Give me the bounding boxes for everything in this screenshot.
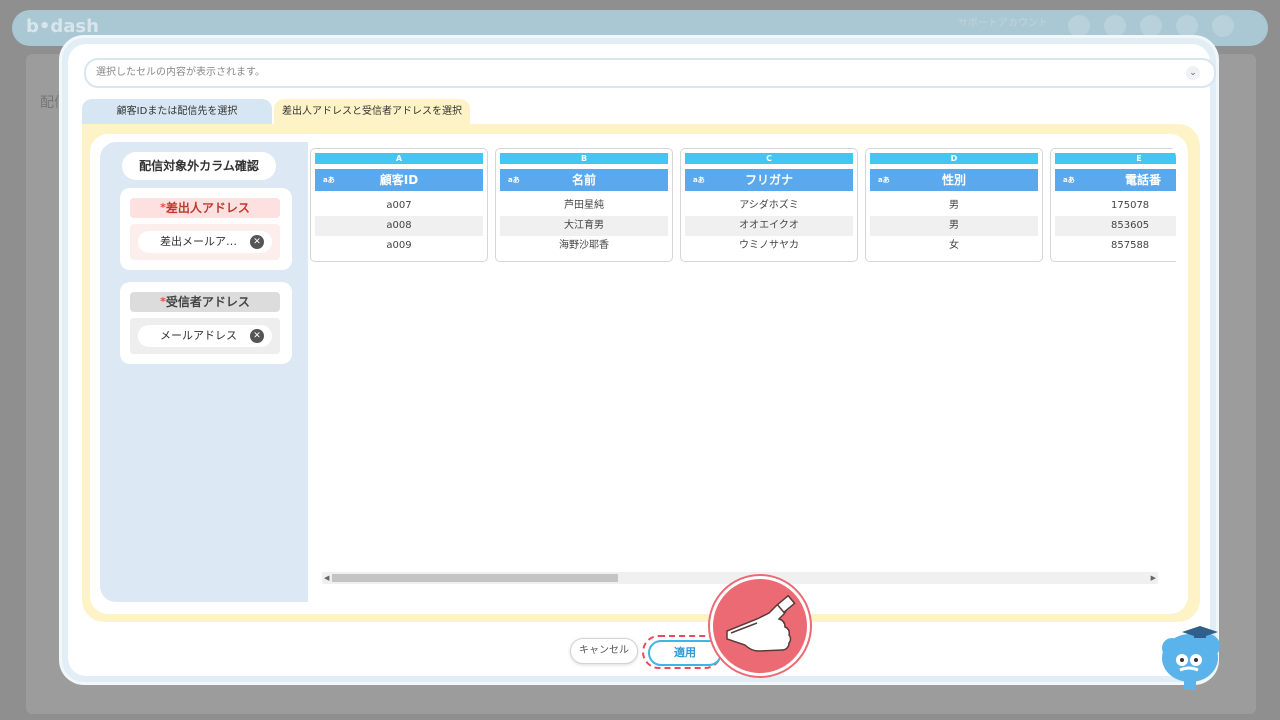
tab-sender-receiver[interactable]: 差出人アドレスと受信者アドレスを選択 bbox=[274, 99, 470, 124]
column-card[interactable]: D aあ 性別 男 男 女 bbox=[865, 148, 1043, 262]
app-logo: b•dash bbox=[26, 16, 99, 37]
receiver-address-box: *受信者アドレス メールアドレス ✕ bbox=[120, 282, 292, 364]
tab-panel: 配信対象外カラム確認 *差出人アドレス 差出メールア… ✕ *受信者アドレス メ… bbox=[82, 124, 1200, 622]
header-icons bbox=[1068, 15, 1234, 37]
receiver-address-title: *受信者アドレス bbox=[130, 292, 280, 312]
apply-button[interactable]: 適用 bbox=[648, 640, 722, 666]
address-select-modal: 選択したセルの内容が表示されます。 ⌄ 顧客IDまたは配信先を選択 差出人アドレ… bbox=[62, 38, 1216, 682]
table-cell: 男 bbox=[949, 200, 959, 211]
column-letter: E bbox=[1055, 153, 1176, 164]
receiver-address-dropzone[interactable]: メールアドレス ✕ bbox=[130, 318, 280, 354]
table-cell: 大江育男 bbox=[500, 216, 668, 236]
column-header[interactable]: aあ 電話番 bbox=[1055, 169, 1176, 191]
tab-panel-inner: 配信対象外カラム確認 *差出人アドレス 差出メールア… ✕ *受信者アドレス メ… bbox=[90, 134, 1188, 614]
column-card[interactable]: E aあ 電話番 175078 853605 857588 bbox=[1050, 148, 1176, 262]
text-type-icon: aあ bbox=[1063, 176, 1075, 184]
modal-body: 選択したセルの内容が表示されます。 ⌄ 顧客IDまたは配信先を選択 差出人アドレ… bbox=[68, 44, 1216, 676]
mascot-icon bbox=[1160, 618, 1226, 692]
table-cell: アシダホズミ bbox=[739, 200, 799, 211]
pointing-hand-icon bbox=[710, 576, 810, 676]
table-cell: a008 bbox=[315, 216, 483, 236]
cell-content-placeholder: 選択したセルの内容が表示されます。 bbox=[96, 67, 265, 78]
text-type-icon: aあ bbox=[323, 176, 335, 184]
column-grid: A aあ 顧客ID a007 a008 a009 B aあ 名前 芦田星純 大江育男… bbox=[308, 142, 1176, 602]
sender-address-title: *差出人アドレス bbox=[130, 198, 280, 218]
address-sidebar: 配信対象外カラム確認 *差出人アドレス 差出メールア… ✕ *受信者アドレス メ… bbox=[100, 142, 308, 602]
column-letter: B bbox=[500, 153, 668, 164]
column-header[interactable]: aあ フリガナ bbox=[685, 169, 853, 191]
remove-icon[interactable]: ✕ bbox=[250, 329, 264, 343]
text-type-icon: aあ bbox=[693, 176, 705, 184]
column-letter: D bbox=[870, 153, 1038, 164]
column-letter: A bbox=[315, 153, 483, 164]
table-cell: a009 bbox=[386, 240, 412, 251]
table-cell: 175078 bbox=[1111, 200, 1150, 211]
table-cell: 女 bbox=[949, 240, 959, 251]
table-cell: 芦田星純 bbox=[564, 200, 604, 211]
grid-icon bbox=[1140, 15, 1162, 37]
column-header[interactable]: aあ 性別 bbox=[870, 169, 1038, 191]
bell-icon bbox=[1068, 15, 1090, 37]
column-card[interactable]: B aあ 名前 芦田星純 大江育男 海野沙耶香 bbox=[495, 148, 673, 262]
column-header[interactable]: aあ 名前 bbox=[500, 169, 668, 191]
megaphone-icon bbox=[1176, 15, 1198, 37]
receiver-chip-label: メールアドレス bbox=[160, 329, 237, 342]
table-cell: 海野沙耶香 bbox=[559, 240, 609, 251]
text-type-icon: aあ bbox=[878, 176, 890, 184]
excluded-column-check-button[interactable]: 配信対象外カラム確認 bbox=[122, 152, 276, 180]
scrollbar-thumb[interactable] bbox=[332, 574, 618, 582]
sender-address-box: *差出人アドレス 差出メールア… ✕ bbox=[120, 188, 292, 270]
chevron-down-icon[interactable]: ⌄ bbox=[1186, 66, 1200, 80]
table-cell: a007 bbox=[386, 200, 412, 211]
column-card[interactable]: A aあ 顧客ID a007 a008 a009 bbox=[310, 148, 488, 262]
text-type-icon: aあ bbox=[508, 176, 520, 184]
account-label: サポートアカウント bbox=[958, 18, 1048, 29]
cell-content-select[interactable]: 選択したセルの内容が表示されます。 ⌄ bbox=[84, 58, 1216, 88]
column-card[interactable]: C aあ フリガナ アシダホズミ オオエイクオ ウミノサヤカ bbox=[680, 148, 858, 262]
cancel-button[interactable]: キャンセル bbox=[570, 638, 638, 664]
table-cell: オオエイクオ bbox=[685, 216, 853, 236]
remove-icon[interactable]: ✕ bbox=[250, 235, 264, 249]
tab-customer-id[interactable]: 顧客IDまたは配信先を選択 bbox=[82, 99, 272, 124]
table-cell: 853605 bbox=[1055, 216, 1176, 236]
column-letter: C bbox=[685, 153, 853, 164]
logout-icon bbox=[1212, 15, 1234, 37]
scroll-right-icon[interactable]: ▶ bbox=[1151, 572, 1156, 584]
table-cell: 男 bbox=[870, 216, 1038, 236]
sender-address-dropzone[interactable]: 差出メールア… ✕ bbox=[130, 224, 280, 260]
receiver-address-chip[interactable]: メールアドレス ✕ bbox=[138, 325, 272, 347]
scroll-left-icon[interactable]: ◀ bbox=[324, 572, 329, 584]
sender-chip-label: 差出メールア… bbox=[160, 235, 237, 248]
table-cell: 857588 bbox=[1111, 240, 1150, 251]
column-header[interactable]: aあ 顧客ID bbox=[315, 169, 483, 191]
sender-address-chip[interactable]: 差出メールア… ✕ bbox=[138, 231, 272, 253]
wrench-icon bbox=[1104, 15, 1126, 37]
table-cell: ウミノサヤカ bbox=[739, 240, 799, 251]
